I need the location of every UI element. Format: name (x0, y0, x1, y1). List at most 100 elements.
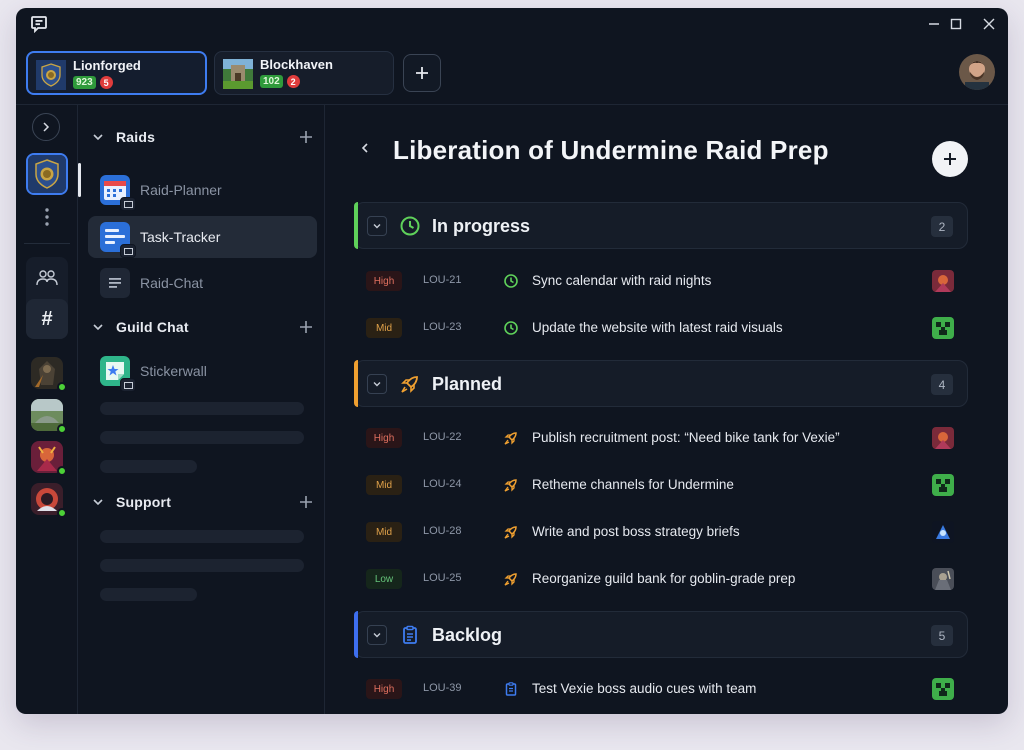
task-board-icon (100, 222, 136, 258)
expand-rail-button[interactable] (32, 113, 60, 141)
workspace-name: Lionforged (73, 58, 141, 73)
clipboard-icon (403, 625, 417, 644)
user-avatar[interactable] (959, 54, 995, 90)
add-channel-icon[interactable] (297, 318, 315, 336)
group-planned[interactable]: Planned 4 (354, 360, 968, 407)
task-row[interactable]: Mid LOU-23 Update the website with lates… (366, 311, 968, 347)
member-avatar-1[interactable] (31, 357, 67, 392)
task-title: Update the website with latest raid visu… (532, 320, 783, 335)
channel-raid-planner[interactable]: Raid-Planner (88, 169, 317, 211)
group-in-progress[interactable]: In progress 2 (354, 202, 968, 249)
task-row[interactable]: Low LOU-25 Reorganize guild bank for gob… (366, 562, 968, 598)
block-castle-icon (223, 59, 253, 89)
main-content: Liberation of Undermine Raid Prep In pro… (326, 105, 1008, 714)
loading-placeholder (100, 530, 304, 543)
add-channel-icon[interactable] (297, 128, 315, 146)
task-id: LOU-39 (423, 682, 462, 694)
channel-label: Task-Tracker (140, 229, 221, 245)
collapse-group-button[interactable] (367, 374, 387, 394)
task-id: LOU-22 (423, 431, 462, 443)
category-label: Raids (116, 129, 156, 145)
window-badge-icon (120, 197, 136, 211)
minimize-button[interactable] (924, 14, 944, 34)
task-row[interactable]: Mid LOU-24 Retheme channels for Undermin… (366, 468, 968, 504)
group-accent (354, 202, 358, 249)
chevron-down-icon (93, 134, 103, 141)
priority-badge: High (366, 679, 402, 699)
task-row[interactable]: High LOU-39 Test Vexie boss audio cues w… (366, 672, 968, 708)
rocket-icon (504, 479, 517, 492)
task-row[interactable]: High LOU-21 Sync calendar with raid nigh… (366, 264, 968, 300)
group-count: 4 (931, 374, 953, 395)
alert-badge: 5 (99, 76, 113, 89)
clock-icon (504, 321, 518, 335)
priority-badge: Mid (366, 318, 402, 338)
rail-divider (24, 243, 70, 244)
channel-task-tracker[interactable]: Task-Tracker (88, 216, 317, 258)
group-count: 2 (931, 216, 953, 237)
chevron-right-icon (43, 122, 50, 132)
loading-placeholder (100, 559, 304, 572)
task-title: Test Vexie boss audio cues with team (532, 681, 757, 696)
workspace-tab-blockhaven[interactable]: Blockhaven 102 2 (214, 51, 394, 95)
category-support[interactable]: Support (90, 491, 315, 513)
group-count: 5 (931, 625, 953, 646)
member-avatar-2[interactable] (31, 399, 67, 434)
chevron-down-icon (373, 224, 381, 229)
member-avatar-4[interactable] (31, 483, 67, 518)
app-window: Lionforged 923 5 Blockhaven 102 2 # Raid… (16, 8, 1008, 714)
clock-icon (504, 274, 518, 288)
title-bar (16, 8, 1008, 40)
close-icon (983, 18, 995, 30)
task-title: Retheme channels for Undermine (532, 477, 734, 492)
collapse-group-button[interactable] (367, 216, 387, 236)
members-view-button[interactable] (26, 258, 68, 298)
workspace-tab-lionforged[interactable]: Lionforged 923 5 (26, 51, 207, 95)
creeper-avatar (932, 474, 954, 496)
users-icon (36, 270, 58, 286)
mage-avatar (932, 521, 954, 543)
rocket-icon (504, 573, 517, 586)
sticker-icon (100, 356, 136, 392)
demon-avatar (932, 427, 954, 449)
collapse-group-button[interactable] (367, 625, 387, 645)
task-row[interactable]: Mid LOU-28 Write and post boss strategy … (366, 515, 968, 551)
add-channel-icon[interactable] (297, 493, 315, 511)
chevron-down-icon (373, 382, 381, 387)
creeper-avatar (932, 678, 954, 700)
chevron-down-icon (93, 499, 103, 506)
chat-lines-icon (100, 268, 130, 298)
window-badge-icon (120, 378, 136, 392)
online-status-indicator (57, 382, 67, 392)
category-label: Guild Chat (116, 319, 189, 335)
rocket-icon (401, 376, 418, 393)
creeper-avatar (932, 317, 954, 339)
add-workspace-button[interactable] (403, 54, 441, 92)
online-status-indicator (57, 508, 67, 518)
chevron-down-icon (93, 324, 103, 331)
demon-avatar (932, 270, 954, 292)
server-icon-lionforged[interactable] (26, 153, 68, 195)
maximize-button[interactable] (946, 14, 966, 34)
lion-shield-icon (36, 60, 66, 90)
channel-raid-chat[interactable]: Raid-Chat (88, 262, 317, 304)
clock-icon (400, 216, 420, 236)
channels-view-button[interactable]: # (26, 299, 68, 339)
alert-badge: 2 (286, 75, 300, 88)
close-button[interactable] (979, 14, 999, 34)
more-vertical-icon[interactable] (45, 208, 49, 226)
loading-placeholder (100, 588, 197, 601)
group-label: Backlog (432, 625, 503, 645)
task-title: Write and post boss strategy briefs (532, 524, 740, 539)
loading-placeholder (100, 402, 304, 415)
group-backlog[interactable]: Backlog 5 (354, 611, 968, 658)
category-raids[interactable]: Raids (90, 126, 315, 148)
add-task-button[interactable] (932, 141, 968, 177)
task-row[interactable]: High LOU-22 Publish recruitment post: “N… (366, 421, 968, 457)
member-avatar-3[interactable] (31, 441, 67, 476)
calendar-board-icon (100, 175, 136, 211)
channel-stickerwall[interactable]: Stickerwall (88, 350, 317, 392)
back-chevron-icon[interactable] (358, 141, 372, 155)
category-guild-chat[interactable]: Guild Chat (90, 316, 315, 338)
page-title: Liberation of Undermine Raid Prep (393, 135, 829, 165)
